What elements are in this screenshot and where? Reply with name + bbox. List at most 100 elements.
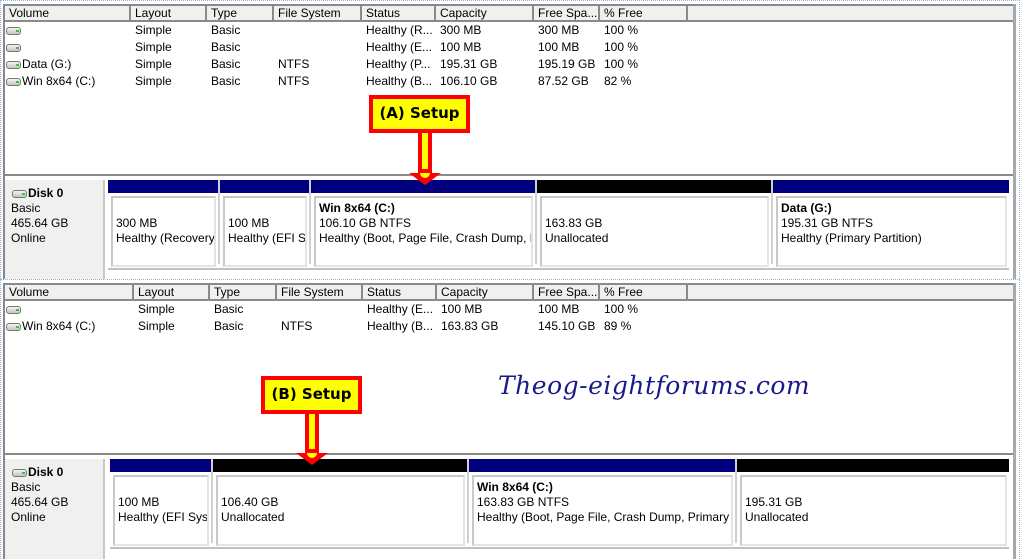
partition-efi[interactable]: 100 MB Healthy (EFI Sy bbox=[220, 180, 311, 267]
volume-row[interactable]: Win 8x64 (C:) Simple Basic NTFS Healthy … bbox=[5, 73, 1013, 90]
disk-0-label[interactable]: Disk 0 Basic 465.64 GB Online bbox=[5, 180, 105, 279]
partition-bar-primary bbox=[469, 459, 735, 472]
volume-name: Data (G:) bbox=[22, 57, 72, 71]
disk-name: Disk 0 bbox=[28, 186, 64, 200]
volume-row[interactable]: Simple Basic Healthy (E... 100 MB 100 MB… bbox=[5, 39, 1013, 56]
partition-title: Win 8x64 (C:) bbox=[477, 480, 553, 494]
callout-b-arrow-shaft bbox=[305, 414, 319, 453]
drive-icon bbox=[6, 43, 21, 52]
callout-a-arrow-shaft bbox=[418, 133, 432, 173]
partition-efi[interactable]: 100 MB Healthy (EFI Syst bbox=[110, 459, 213, 546]
vertical-scrollbar[interactable] bbox=[1013, 4, 1016, 279]
partition-recovery[interactable]: 300 MB Healthy (Recovery bbox=[108, 180, 220, 267]
partition-strip: 100 MB Healthy (EFI Syst 106.40 GB Unalloc… bbox=[110, 459, 1009, 549]
callout-b-arrow-head-icon bbox=[296, 453, 328, 465]
column-header-capacity[interactable]: Capacity bbox=[437, 285, 534, 299]
volume-percent-free: 82 % bbox=[604, 74, 632, 88]
partition-c-drive[interactable]: Win 8x64 (C:) 163.83 GB NTFS Healthy (Boot… bbox=[469, 459, 737, 546]
partition-title bbox=[116, 201, 214, 216]
partition-title bbox=[545, 201, 767, 216]
drive-icon bbox=[6, 322, 21, 331]
column-header-free-space[interactable]: Free Spa... bbox=[534, 285, 600, 299]
partition-size: 163.83 GB NTFS bbox=[477, 495, 570, 509]
disk-management-panel-a: Volume Layout Type File System Status Ca… bbox=[0, 0, 1020, 279]
volume-layout: Simple bbox=[135, 74, 172, 88]
vertical-scrollbar[interactable] bbox=[1013, 283, 1016, 559]
column-header-status[interactable]: Status bbox=[363, 285, 437, 299]
drive-icon bbox=[6, 305, 21, 314]
volume-layout: Simple bbox=[135, 23, 172, 37]
disk-icon bbox=[12, 468, 27, 477]
disk-name: Disk 0 bbox=[28, 465, 64, 479]
volume-row[interactable]: Win 8x64 (C:) Simple Basic NTFS Healthy … bbox=[5, 318, 1013, 335]
volume-name: Win 8x64 (C:) bbox=[22, 74, 96, 88]
callout-a-arrow-head-icon bbox=[409, 173, 441, 185]
column-header-volume[interactable]: Volume bbox=[5, 285, 134, 299]
column-header-volume[interactable]: Volume bbox=[5, 6, 131, 20]
disk-state: Online bbox=[11, 231, 46, 245]
column-header-percent-free[interactable]: % Free bbox=[600, 6, 688, 20]
volume-capacity: 100 MB bbox=[441, 302, 483, 316]
volume-percent-free: 89 % bbox=[604, 319, 632, 333]
partition-unallocated[interactable]: 195.31 GB Unallocated bbox=[737, 459, 1009, 546]
volume-type: Basic bbox=[211, 74, 241, 88]
partition-status: Unallocated bbox=[221, 510, 285, 524]
partition-g-drive[interactable]: Data (G:) 195.31 GB NTFS Healthy (Primary … bbox=[773, 180, 1009, 267]
partition-size: 106.40 GB bbox=[221, 495, 279, 509]
partition-unallocated[interactable]: 106.40 GB Unallocated bbox=[213, 459, 469, 546]
drive-icon bbox=[6, 77, 21, 86]
disk-type: Basic bbox=[11, 201, 41, 215]
partition-title: Data (G:) bbox=[781, 201, 832, 215]
partition-bar-unallocated bbox=[213, 459, 467, 472]
volume-row[interactable]: Simple Basic Healthy (R... 300 MB 300 MB… bbox=[5, 22, 1013, 39]
volume-layout: Simple bbox=[135, 40, 172, 54]
column-header-filler bbox=[688, 285, 1013, 299]
volume-status: Healthy (P... bbox=[366, 57, 431, 71]
volume-list: Volume Layout Type File System Status Ca… bbox=[5, 4, 1013, 172]
column-header-file-system[interactable]: File System bbox=[274, 6, 362, 20]
volume-list: Volume Layout Type File System Status Ca… bbox=[5, 283, 1013, 449]
partition-title bbox=[118, 480, 207, 495]
volume-file-system bbox=[274, 39, 362, 56]
disk-state: Online bbox=[11, 510, 46, 524]
column-header-layout[interactable]: Layout bbox=[131, 6, 207, 20]
volume-row[interactable]: Simple Basic Healthy (E... 100 MB 100 MB… bbox=[5, 301, 1013, 318]
disk-0-label[interactable]: Disk 0 Basic 465.64 GB Online bbox=[5, 459, 105, 559]
partition-status: Unallocated bbox=[545, 231, 609, 245]
volume-free-space: 100 MB bbox=[538, 40, 580, 54]
column-header-free-space[interactable]: Free Spa... bbox=[534, 6, 600, 20]
column-header-file-system[interactable]: File System bbox=[277, 285, 363, 299]
partition-bar-primary bbox=[220, 180, 309, 193]
volume-percent-free: 100 % bbox=[604, 23, 639, 37]
column-header-status[interactable]: Status bbox=[362, 6, 436, 20]
partition-c-drive[interactable]: Win 8x64 (C:) 106.10 GB NTFS Healthy (Boot… bbox=[311, 180, 537, 267]
column-header-layout[interactable]: Layout bbox=[134, 285, 210, 299]
volume-list-header: Volume Layout Type File System Status Ca… bbox=[5, 283, 1013, 301]
volume-layout: Simple bbox=[138, 319, 175, 333]
disk-size: 465.64 GB bbox=[11, 216, 69, 230]
volume-capacity: 300 MB bbox=[440, 23, 482, 37]
drive-icon bbox=[6, 60, 21, 69]
disk-graphic-area: Disk 0 Basic 465.64 GB Online 300 MB Heal… bbox=[5, 174, 1013, 279]
column-header-percent-free[interactable]: % Free bbox=[600, 285, 688, 299]
partition-unallocated[interactable]: 163.83 GB Unallocated bbox=[537, 180, 773, 267]
volume-type: Basic bbox=[211, 40, 241, 54]
volume-type: Basic bbox=[214, 319, 244, 333]
disk-graphic-area: Disk 0 Basic 465.64 GB Online 100 MB Heal… bbox=[5, 453, 1013, 559]
disk-size: 465.64 GB bbox=[11, 495, 69, 509]
volume-row[interactable]: Data (G:) Simple Basic NTFS Healthy (P..… bbox=[5, 56, 1013, 73]
disk-management-panel-b: Volume Layout Type File System Status Ca… bbox=[0, 279, 1020, 559]
volume-free-space: 195.19 GB bbox=[538, 57, 596, 71]
watermark: Theog-eightforums.com bbox=[498, 371, 811, 400]
volume-status: Healthy (R... bbox=[366, 23, 433, 37]
partition-status: Healthy (Boot, Page File, Crash Dump, Pr… bbox=[477, 510, 733, 524]
volume-percent-free: 100 % bbox=[604, 40, 639, 54]
column-header-type[interactable]: Type bbox=[210, 285, 277, 299]
partition-title bbox=[745, 480, 1005, 495]
volume-status: Healthy (B... bbox=[367, 319, 434, 333]
column-header-capacity[interactable]: Capacity bbox=[436, 6, 534, 20]
column-header-type[interactable]: Type bbox=[207, 6, 274, 20]
volume-file-system: NTFS bbox=[278, 57, 310, 71]
partition-title bbox=[228, 201, 305, 216]
volume-free-space: 100 MB bbox=[538, 302, 580, 316]
